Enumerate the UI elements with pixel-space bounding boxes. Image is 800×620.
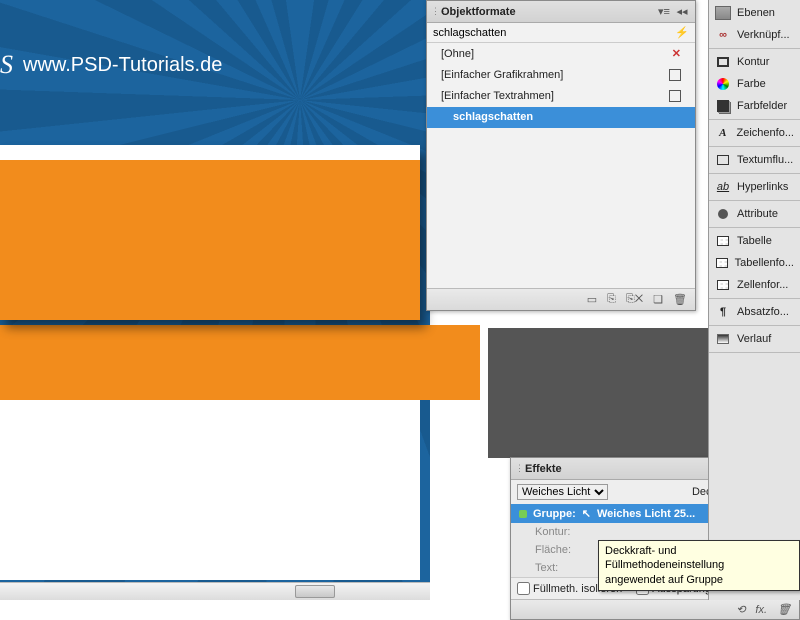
tooltip-line1: Deckkraft- und Füllmethodeneinstellung: [605, 544, 793, 573]
stroke-icon: [715, 55, 731, 69]
color-icon: [715, 77, 731, 91]
blend-mode-select[interactable]: Weiches Licht: [517, 484, 608, 500]
page-url-text: S www.PSD-Tutorials.de: [0, 50, 222, 80]
dock-attributes[interactable]: Attribute: [709, 203, 800, 225]
grip-icon: ⋮⋮: [431, 6, 439, 17]
dock-text-wrap[interactable]: Textumflu...: [709, 149, 800, 171]
style-label: [Einfacher Textrahmen]: [441, 90, 554, 102]
dock-cell-styles[interactable]: Zellenfor...: [709, 274, 800, 296]
panel-dock: Ebenen ∞Verknüpf... Kontur Farbe Farbfel…: [708, 0, 800, 600]
dock-gradient[interactable]: Verlauf: [709, 328, 800, 350]
white-block[interactable]: [0, 400, 420, 580]
link-style-icon[interactable]: ⎘: [607, 293, 616, 306]
cursor-icon: ↖: [582, 507, 591, 520]
panel-title: Objektformate: [439, 6, 655, 18]
style-filter-row: ⚡: [427, 23, 695, 43]
dock-layers[interactable]: Ebenen: [709, 2, 800, 24]
style-label: [Ohne]: [441, 48, 474, 60]
layers-icon: [715, 6, 731, 20]
cell-styles-icon: [715, 278, 731, 292]
delete-style-icon[interactable]: 🗑: [673, 293, 687, 306]
document-canvas[interactable]: S www.PSD-Tutorials.de: [0, 0, 430, 600]
tooltip-line2: angewendet auf Gruppe: [605, 573, 793, 587]
table-styles-icon: [715, 256, 729, 270]
paragraph-icon: ¶: [715, 305, 731, 319]
frame-icon: [669, 90, 681, 102]
dock-character-styles[interactable]: AZeichenfo...: [709, 122, 800, 144]
table-icon: [715, 234, 731, 248]
dock-color[interactable]: Farbe: [709, 73, 800, 95]
dock-hyperlinks[interactable]: abHyperlinks: [709, 176, 800, 198]
delete-effect-icon[interactable]: 🗑: [777, 603, 791, 616]
style-item-text-frame[interactable]: [Einfacher Textrahmen]: [427, 86, 695, 107]
style-label: [Einfacher Grafikrahmen]: [441, 69, 563, 81]
frame-icon: [669, 69, 681, 81]
orange-rect-selected[interactable]: [0, 145, 420, 320]
panel-collapse-icon[interactable]: ◂◂: [673, 5, 691, 18]
dock-stroke[interactable]: Kontur: [709, 51, 800, 73]
style-item-none[interactable]: [Ohne] ✕: [427, 43, 695, 65]
break-link-icon[interactable]: ⎘✕: [626, 293, 643, 306]
grip-icon: ⋮⋮: [515, 463, 523, 474]
tooltip: Deckkraft- und Füllmethodeneinstellung a…: [598, 540, 800, 591]
gradient-icon: [715, 332, 731, 346]
swatches-icon: [715, 99, 731, 113]
style-list: [Ohne] ✕ [Einfacher Grafikrahmen] [Einfa…: [427, 43, 695, 288]
attributes-icon: [715, 207, 731, 221]
dock-table-styles[interactable]: Tabellenfo...: [709, 252, 800, 274]
url-label: www.PSD-Tutorials.de: [23, 54, 222, 77]
scrollbar-thumb[interactable]: [295, 585, 335, 598]
links-icon: ∞: [715, 28, 731, 42]
dock-swatches[interactable]: Farbfelder: [709, 95, 800, 117]
object-styles-panel[interactable]: ⋮⋮ Objektformate ▾≡ ◂◂ ⚡ [Ohne] ✕ [Einfa…: [426, 0, 696, 311]
panel-footer: ⟲ fx. 🗑: [511, 599, 799, 619]
panel-footer: ▭ ⎘ ⎘✕ ❏ 🗑: [427, 288, 695, 310]
panel-menu-icon[interactable]: ▾≡: [655, 5, 673, 18]
pasteboard: [488, 328, 708, 458]
style-item-graphic-frame[interactable]: [Einfacher Grafikrahmen]: [427, 65, 695, 86]
style-filter-input[interactable]: [433, 26, 675, 39]
none-icon: ✕: [672, 47, 681, 60]
logo-swirl: S: [0, 50, 13, 80]
style-item-schlagschatten[interactable]: schlagschatten: [427, 107, 695, 128]
dock-table[interactable]: Tabelle: [709, 230, 800, 252]
target-label: Gruppe:: [533, 508, 576, 520]
dock-paragraph-styles[interactable]: ¶Absatzfo...: [709, 301, 800, 323]
clear-filter-icon[interactable]: ⚡: [675, 26, 689, 39]
selection-marker-icon: [519, 510, 527, 518]
new-style-icon[interactable]: ❏: [653, 293, 663, 306]
text-wrap-icon: [715, 153, 731, 167]
panel-header[interactable]: ⋮⋮ Objektformate ▾≡ ◂◂: [427, 1, 695, 23]
new-folder-icon[interactable]: ▭: [587, 293, 597, 306]
clear-effects-icon[interactable]: ⟲: [736, 603, 745, 616]
fx-menu-icon[interactable]: fx.: [755, 604, 767, 616]
orange-bar[interactable]: [0, 325, 480, 400]
dock-links[interactable]: ∞Verknüpf...: [709, 24, 800, 46]
character-icon: A: [715, 126, 731, 140]
hyperlinks-icon: ab: [715, 180, 731, 194]
horizontal-scrollbar[interactable]: [0, 582, 430, 600]
style-label: schlagschatten: [453, 111, 533, 123]
